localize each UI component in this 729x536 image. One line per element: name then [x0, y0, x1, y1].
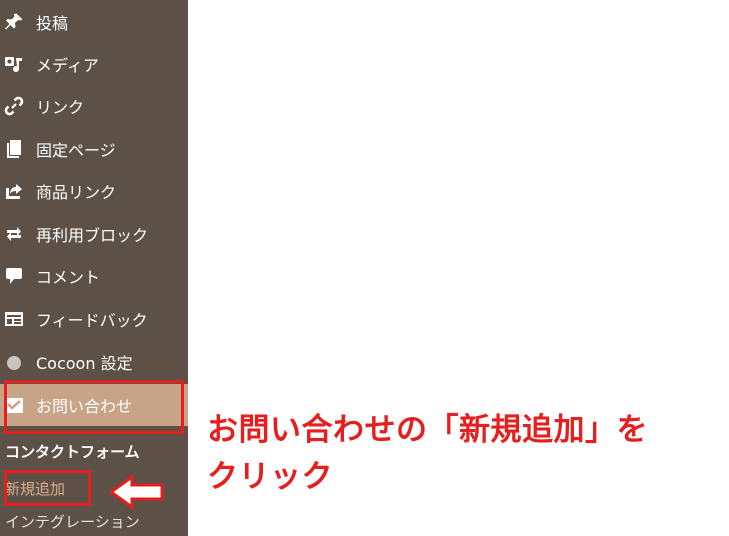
- share-icon: [2, 179, 26, 203]
- sidebar-item-label: コメント: [36, 268, 101, 287]
- sidebar-item-feedback[interactable]: フィードバック: [0, 298, 188, 340]
- annotation-line-2: クリック: [207, 459, 333, 495]
- submenu-title: コンタクトフォーム: [5, 443, 140, 461]
- annotation-line-1: お問い合わせの「新規追加」を: [207, 412, 648, 448]
- arrow-left-icon: [108, 474, 164, 510]
- link-icon: [2, 94, 26, 118]
- sidebar-item-label: Cocoon 設定: [36, 354, 133, 373]
- sidebar-item-label: 商品リンク: [36, 183, 117, 202]
- sidebar-item-label: リンク: [36, 98, 85, 117]
- sidebar-item-reusable-blocks[interactable]: 再利用ブロック: [0, 213, 188, 255]
- sidebar-item-cocoon-settings[interactable]: Cocoon 設定: [0, 341, 188, 383]
- highlight-box-add-new: [4, 470, 91, 506]
- sidebar-item-media[interactable]: メディア: [0, 43, 188, 85]
- highlight-box-contact: [4, 380, 184, 434]
- sidebar-item-links[interactable]: リンク: [0, 85, 188, 127]
- sidebar-item-pages[interactable]: 固定ページ: [0, 128, 188, 170]
- sidebar-item-product-links[interactable]: 商品リンク: [0, 170, 188, 212]
- sidebar-item-label: 投稿: [36, 14, 69, 33]
- sidebar-item-label: メディア: [36, 56, 99, 75]
- sidebar-item-comments[interactable]: コメント: [0, 255, 188, 297]
- feedback-icon: [2, 307, 26, 331]
- circle-icon: [2, 350, 26, 374]
- admin-sidebar: 投稿 メディア リンク 固定ページ 商品リンク 再利用ブロック コメント フィー…: [0, 0, 188, 536]
- submenu-item-integration[interactable]: インテグレーション: [5, 511, 140, 532]
- comment-icon: [2, 264, 26, 288]
- sidebar-item-label: フィードバック: [36, 311, 148, 330]
- sidebar-item-label: 再利用ブロック: [36, 226, 149, 245]
- sidebar-item-label: 固定ページ: [36, 141, 116, 160]
- repeat-icon: [2, 222, 26, 246]
- pushpin-icon: [2, 10, 26, 34]
- screenshot-canvas: 投稿 メディア リンク 固定ページ 商品リンク 再利用ブロック コメント フィー…: [0, 0, 729, 536]
- media-icon: [2, 52, 26, 76]
- pages-icon: [2, 137, 26, 161]
- sidebar-item-posts[interactable]: 投稿: [0, 1, 188, 43]
